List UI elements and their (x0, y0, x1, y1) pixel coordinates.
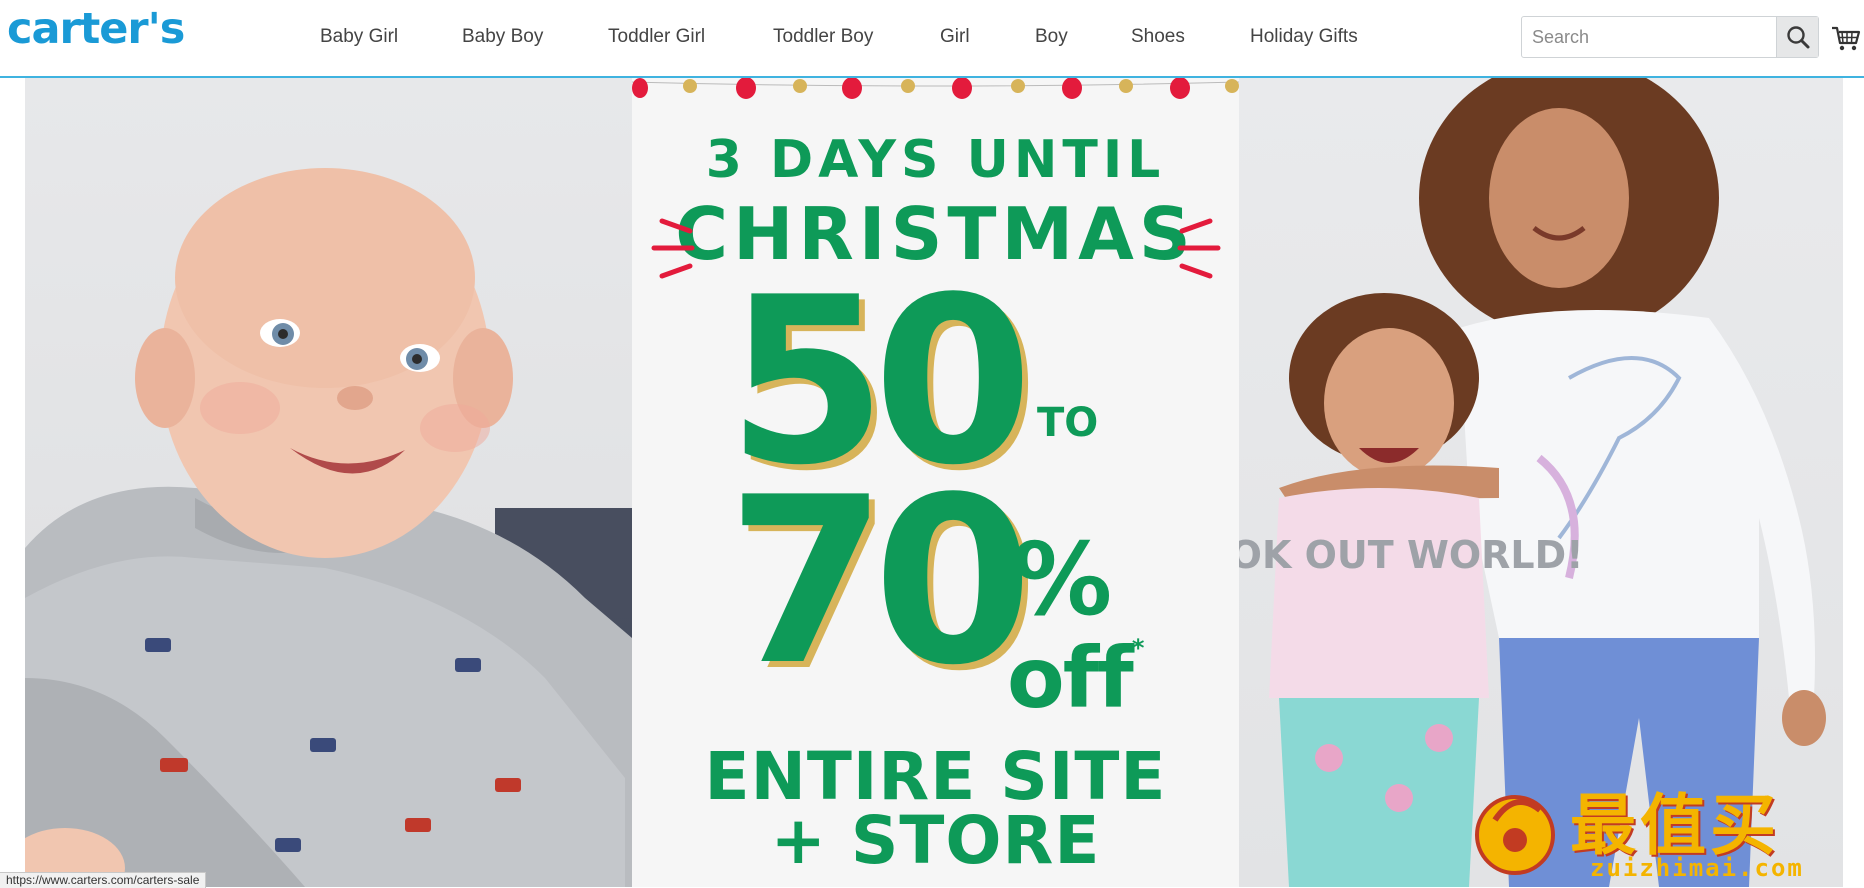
string-lights-decoration (632, 78, 1239, 99)
nav-girl[interactable]: Girl (940, 26, 970, 48)
girls-photo-panel[interactable]: LOOK OUT WORLD! (1239, 78, 1843, 887)
nav-shoes[interactable]: Shoes (1131, 26, 1185, 48)
watermark-en-text: zuizhimai.com (1590, 854, 1804, 882)
scope-line-2: + STORE (770, 802, 1101, 879)
off-word: off (1007, 629, 1134, 727)
shirt-text-span: LOOK OUT WORLD! (1239, 533, 1584, 577)
cart-icon[interactable] (1830, 22, 1862, 54)
countdown-line-1: 3 DAYS UNTIL (705, 130, 1166, 190)
search-box (1521, 16, 1819, 58)
search-icon (1787, 26, 1810, 49)
carters-logo[interactable]: carter's (7, 4, 185, 54)
watermark-logo-icon (1475, 795, 1555, 875)
nav-holiday-gifts[interactable]: Holiday Gifts (1250, 26, 1358, 48)
nav-baby-boy[interactable]: Baby Boy (462, 26, 543, 48)
hero-banner: 3 DAYS UNTIL CHRISTMAS 50 TO 70 % off* E… (0, 78, 1864, 887)
discount-to-word: TO (1037, 400, 1099, 446)
nav-toddler-girl[interactable]: Toddler Girl (608, 26, 705, 48)
shirt-text: LOOK OUT WORLD! (1239, 533, 1584, 577)
off-text: off* (1007, 634, 1144, 720)
baby-photo-illustration (25, 168, 632, 887)
baby-photo-panel[interactable] (25, 78, 632, 887)
watermark: 最值买 zuizhimai.com (1470, 770, 1864, 887)
nav-boy[interactable]: Boy (1035, 26, 1068, 48)
percent-sign: % (1012, 521, 1113, 638)
discount-to: 70 (727, 449, 1033, 716)
nav-baby-girl[interactable]: Baby Girl (320, 26, 398, 48)
status-bar-url: https://www.carters.com/carters-sale (0, 872, 207, 888)
search-button[interactable] (1776, 17, 1818, 57)
promo-panel[interactable]: 3 DAYS UNTIL CHRISTMAS 50 TO 70 % off* E… (632, 78, 1239, 887)
asterisk: * (1131, 634, 1144, 662)
site-header: carter's Baby Girl Baby Boy Toddler Girl… (0, 0, 1864, 78)
nav-toddler-boy[interactable]: Toddler Boy (773, 26, 873, 48)
girls-photo-illustration: LOOK OUT WORLD! (1239, 78, 1826, 887)
search-input[interactable] (1522, 17, 1776, 57)
